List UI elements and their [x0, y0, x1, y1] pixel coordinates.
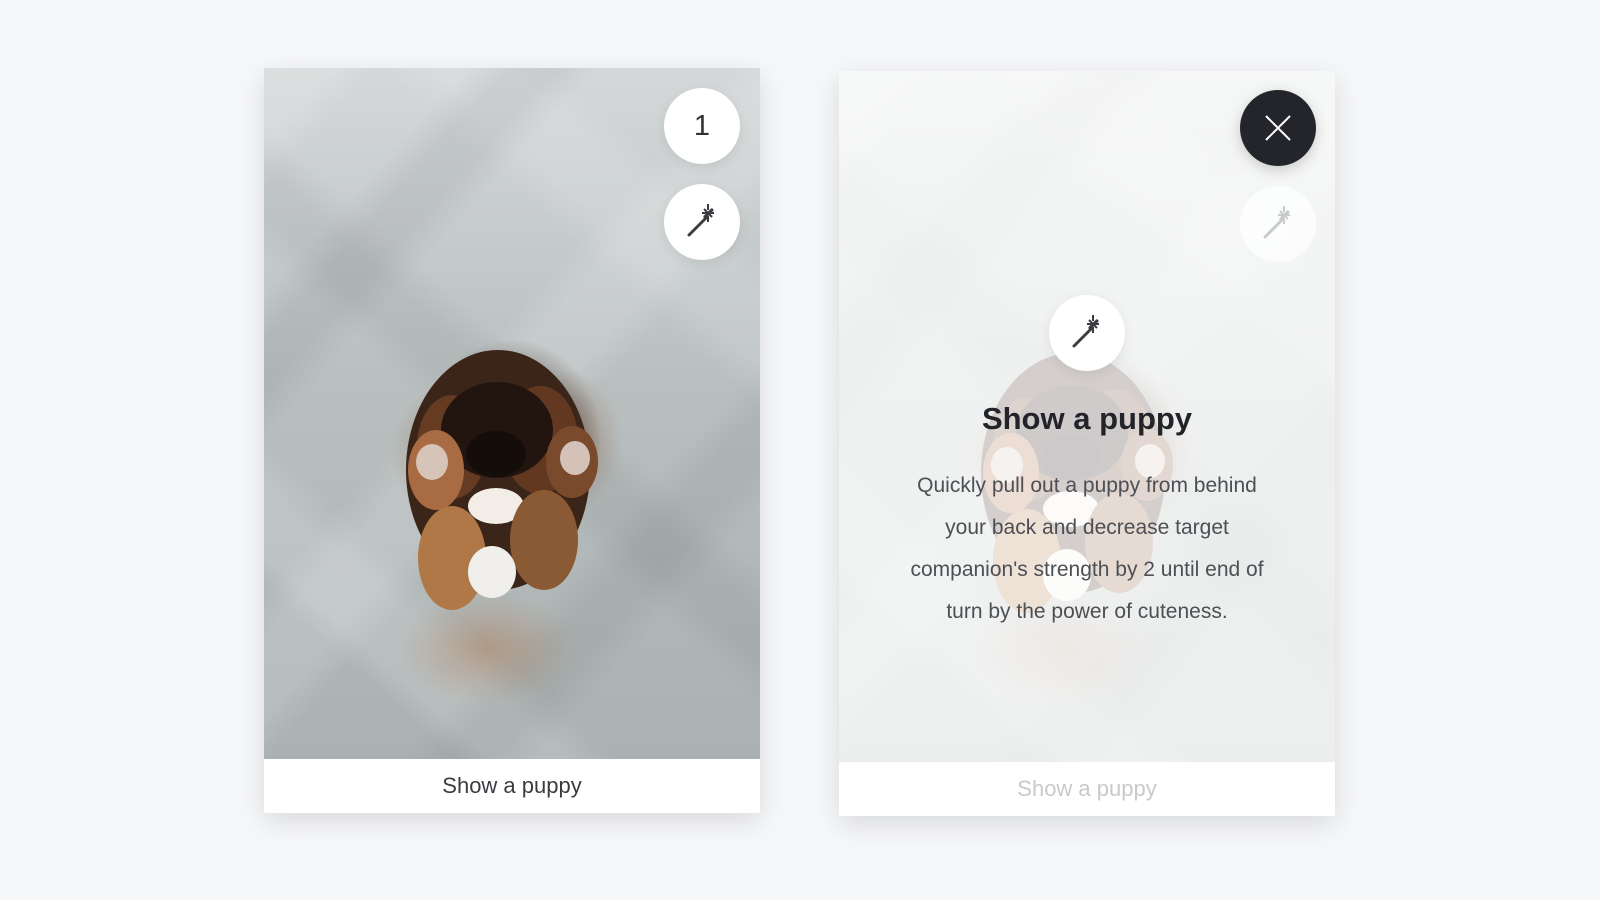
puppy-illustration — [406, 350, 598, 610]
card-caption-faded: Show a puppy — [839, 762, 1335, 816]
close-button[interactable] — [1240, 90, 1316, 166]
details-description: Quickly pull out a puppy from behind you… — [910, 474, 1264, 623]
magic-wand-badge[interactable] — [664, 184, 740, 260]
card-show-a-puppy-details[interactable]: Show a puppy Quickly pull out a puppy fr… — [839, 71, 1335, 816]
puppy-photo — [264, 68, 760, 759]
card-caption: Show a puppy — [264, 759, 760, 813]
card-count: 1 — [693, 109, 711, 142]
magic-wand-badge-faded[interactable] — [1240, 186, 1316, 262]
card-show-a-puppy[interactable]: 1 Show a puppy — [264, 68, 760, 813]
magic-wand-center[interactable] — [1049, 295, 1125, 371]
card-count-badge: 1 — [664, 88, 740, 164]
card-details: Show a puppy Quickly pull out a puppy fr… — [875, 401, 1299, 633]
close-icon — [1265, 115, 1291, 141]
magic-wand-icon — [1072, 315, 1099, 348]
magic-wand-icon — [687, 204, 714, 237]
card-gallery: 1 Show a puppy Show a puppy Quickly pull… — [0, 0, 1600, 900]
magic-wand-icon — [1263, 206, 1290, 239]
details-title: Show a puppy — [981, 401, 1193, 436]
